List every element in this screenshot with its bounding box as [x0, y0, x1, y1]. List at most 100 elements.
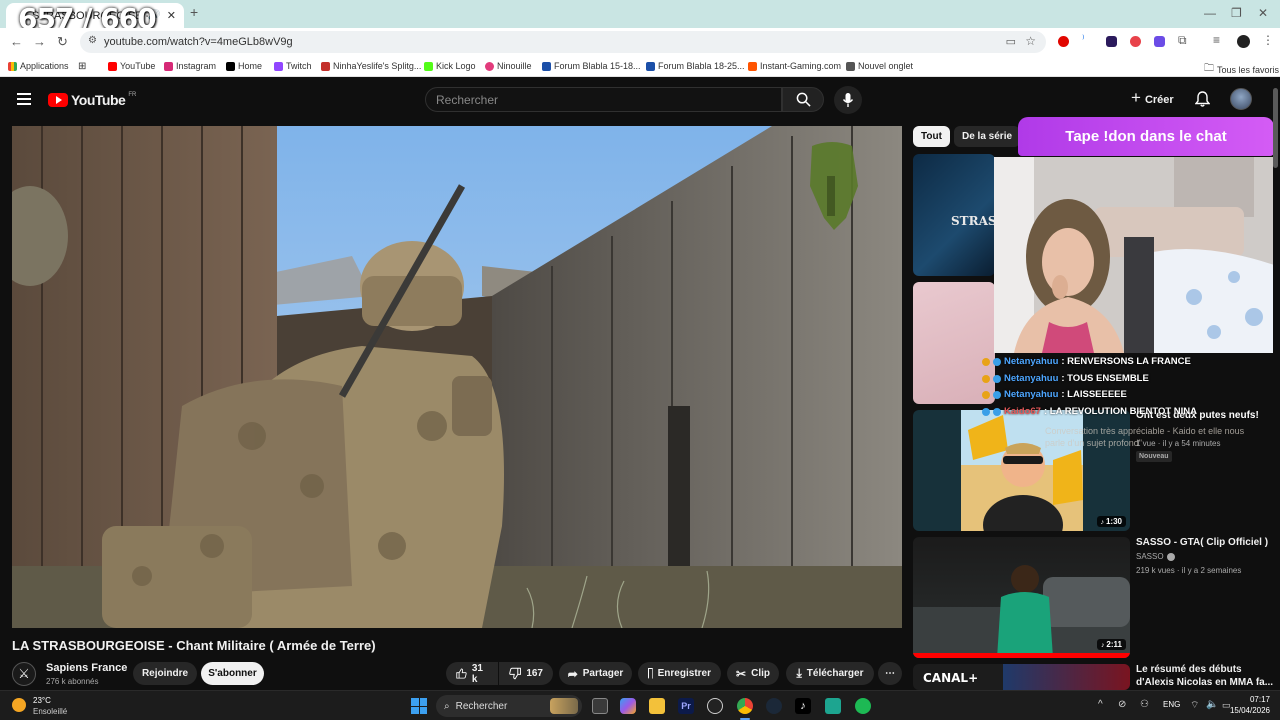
- scrollbar-thumb[interactable]: [1273, 88, 1278, 168]
- bookmark-instant-gaming[interactable]: Instant-Gaming.com: [748, 61, 841, 71]
- sidebar-video-title[interactable]: SASSO - GTA( Clip Officiel ): [1136, 537, 1268, 548]
- all-bookmarks[interactable]: 🗀 Tous les favoris: [1204, 61, 1279, 78]
- bookmark-label: Nouvel onglet: [858, 61, 914, 71]
- more-actions-button[interactable]: ⋯: [878, 662, 902, 685]
- channel-name[interactable]: Sapiens France: [46, 662, 127, 674]
- minimize-icon[interactable]: —: [1204, 6, 1216, 20]
- thumbs-down-icon: [509, 667, 521, 680]
- volume-icon[interactable]: 🔈: [1206, 699, 1218, 710]
- chat-username: Netanyahuu: [1004, 389, 1059, 400]
- youtube-logo[interactable]: YouTube FR: [48, 92, 136, 108]
- media-control-icon[interactable]: ≡: [1213, 33, 1224, 47]
- close-tab-icon[interactable]: ✕: [167, 9, 176, 22]
- bookmark-grid[interactable]: ⊞: [78, 61, 86, 72]
- video-player[interactable]: [12, 126, 902, 628]
- tray-icon[interactable]: ⚇: [1140, 699, 1149, 710]
- video-thumbnail[interactable]: ♪ 2:11: [913, 537, 1130, 658]
- kick-favicon-icon: [424, 61, 433, 71]
- address-bar[interactable]: ⚙ youtube.com/watch?v=4meGLb8wV9g ▭ ☆: [80, 31, 1046, 53]
- bookmark-ninouille[interactable]: Ninouille: [485, 61, 532, 71]
- video-thumbnail[interactable]: CANAL+: [913, 664, 1130, 690]
- taskbar-search-box[interactable]: ⌕ Rechercher: [436, 695, 582, 717]
- file-explorer-icon[interactable]: [649, 698, 665, 714]
- video-thumbnail[interactable]: STRAS: [913, 154, 995, 276]
- voice-search-button[interactable]: [834, 86, 862, 114]
- weather-temp[interactable]: 23°C: [33, 696, 51, 705]
- clip-button[interactable]: ✂ Clip: [727, 662, 779, 685]
- cast-icon[interactable]: ▭: [1006, 35, 1016, 48]
- windows-taskbar: 23°C Ensoleillé ⌕ Rechercher Pr ♪ ^ ⊘ ⚇ …: [0, 690, 1280, 720]
- save-button[interactable]: Enregistrer: [638, 662, 721, 685]
- app-icon[interactable]: [825, 698, 841, 714]
- sidebar-video-title-line2[interactable]: d'Alexis Nicolas en MMA fa...: [1136, 677, 1273, 688]
- verified-icon: [1166, 552, 1175, 561]
- bookmark-home[interactable]: Home: [226, 61, 262, 71]
- menu-kebab-icon[interactable]: ⋮: [1262, 33, 1274, 47]
- copilot-icon[interactable]: [620, 698, 636, 714]
- translate-extension-icon[interactable]: ⁾: [1082, 34, 1093, 45]
- bookmark-new-tab[interactable]: Nouvel onglet: [846, 61, 913, 71]
- join-button[interactable]: Rejoindre: [133, 662, 197, 685]
- extension-icon[interactable]: [1130, 36, 1141, 47]
- bookmark-forum-1518[interactable]: Forum Blabla 15-18...: [542, 61, 641, 71]
- opera-extension-icon[interactable]: [1058, 36, 1069, 47]
- clock-time[interactable]: 07:17: [1226, 695, 1270, 704]
- sidebar-video-title[interactable]: Le résumé des débuts: [1136, 664, 1242, 675]
- close-window-icon[interactable]: ✕: [1258, 6, 1268, 20]
- windows-start-icon[interactable]: [411, 698, 427, 714]
- chat-message: Kaido67 : LA REVOLUTION BIENTOT NINA: [982, 406, 1197, 417]
- profile-avatar-icon[interactable]: [1237, 35, 1250, 48]
- bookmark-splitgate[interactable]: NinhaYeslife's Splitg...: [321, 61, 421, 71]
- reload-icon[interactable]: ↻: [57, 34, 68, 50]
- bookmark-youtube[interactable]: YouTube: [108, 61, 155, 71]
- github-icon[interactable]: [707, 698, 723, 714]
- dislike-button[interactable]: 167: [499, 662, 553, 685]
- hamburger-menu-icon[interactable]: [17, 93, 31, 105]
- spotify-icon[interactable]: [855, 698, 871, 714]
- search-input[interactable]: Rechercher: [425, 87, 782, 112]
- input-language[interactable]: ENG: [1163, 700, 1180, 709]
- bookmark-kick[interactable]: Kick Logo: [424, 61, 476, 71]
- show-hidden-icons-icon[interactable]: ^: [1098, 699, 1103, 710]
- sidebar-video-channel[interactable]: SASSO: [1136, 552, 1175, 561]
- new-tab-icon[interactable]: +: [190, 4, 198, 20]
- chip-series[interactable]: De la série: [954, 126, 1021, 147]
- shield-extension-icon[interactable]: [1154, 36, 1165, 47]
- subscribe-button[interactable]: S'abonner: [201, 662, 264, 685]
- video-thumbnail[interactable]: [913, 282, 995, 404]
- chrome-icon[interactable]: [737, 698, 753, 714]
- steam-icon[interactable]: [766, 698, 782, 714]
- duration-text: 1:30: [1105, 517, 1122, 526]
- url-text: youtube.com/watch?v=4meGLb8wV9g: [104, 36, 293, 48]
- channel-avatar[interactable]: ⚔: [12, 662, 36, 686]
- back-icon[interactable]: ←: [10, 34, 23, 49]
- extensions-puzzle-icon[interactable]: ⧉: [1178, 33, 1189, 47]
- bookmark-applications[interactable]: Applications: [8, 61, 69, 71]
- download-button[interactable]: ⤓ Télécharger: [786, 662, 874, 685]
- account-avatar[interactable]: [1230, 88, 1252, 110]
- forum-favicon-icon: [646, 61, 655, 71]
- bookmark-star-icon[interactable]: ☆: [1025, 34, 1036, 48]
- maximize-icon[interactable]: ❐: [1231, 6, 1242, 20]
- wifi-icon[interactable]: ⌔: [1190, 699, 1199, 712]
- notifications-bell-icon[interactable]: [1194, 91, 1211, 112]
- extension-icon[interactable]: [1106, 36, 1117, 47]
- like-button[interactable]: 31 k: [446, 662, 498, 685]
- bookmark-instagram[interactable]: Instagram: [164, 61, 216, 71]
- search-button[interactable]: [782, 87, 824, 112]
- tiktok-icon[interactable]: ♪: [795, 698, 811, 714]
- create-button[interactable]: + Créer: [1131, 88, 1174, 108]
- bookmark-forum-1825[interactable]: Forum Blabla 18-25...: [646, 61, 745, 71]
- site-info-icon[interactable]: ⚙: [88, 35, 97, 46]
- tray-icon[interactable]: ⊘: [1118, 699, 1126, 710]
- forward-icon[interactable]: →: [33, 34, 46, 49]
- premiere-pro-icon[interactable]: Pr: [678, 698, 694, 714]
- chat-username: Kaido67: [1004, 406, 1041, 417]
- task-view-icon[interactable]: [592, 698, 608, 714]
- weather-sun-icon[interactable]: [12, 698, 26, 712]
- share-button[interactable]: ➦ Partager: [559, 662, 632, 685]
- bookmark-twitch[interactable]: Twitch: [274, 61, 312, 71]
- chip-all[interactable]: Tout: [913, 126, 950, 147]
- page-scrollbar[interactable]: [1273, 80, 1280, 690]
- clock-date[interactable]: 15/04/2026: [1226, 706, 1270, 715]
